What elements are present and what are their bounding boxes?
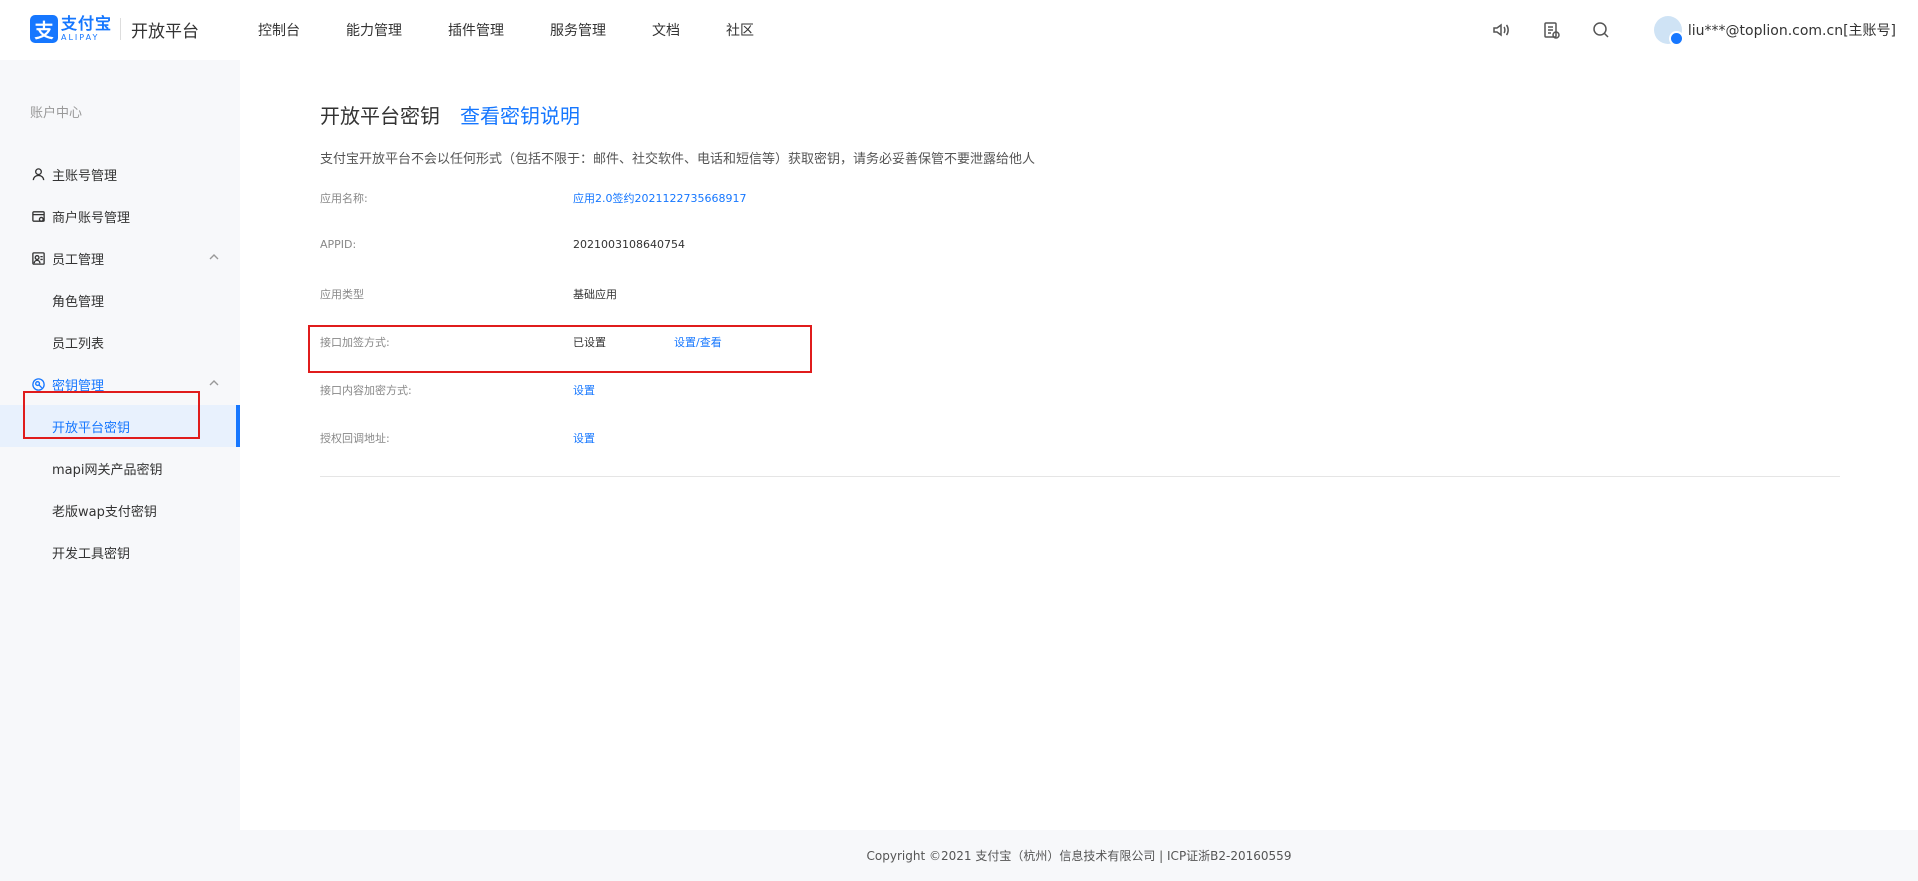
footer: Copyright ©2021 支付宝（杭州）信息技术有限公司 | ICP证浙B… (240, 830, 1918, 881)
page-title: 开放平台密钥 (320, 104, 440, 128)
alipay-logo[interactable]: 支 支付宝 ALIPAY 开放平台 (30, 15, 199, 43)
view-key-docs-link[interactable]: 查看密钥说明 (460, 100, 580, 129)
sidebar-item-label: 开放平台密钥 (52, 420, 131, 436)
platform-name: 开放平台 (131, 21, 200, 42)
sidebar-item-staff-list[interactable]: 员工列表 (0, 321, 240, 363)
nav-community[interactable]: 社区 (726, 20, 754, 40)
callback-setup-link[interactable]: 设置 (573, 430, 595, 446)
sidebar-group-title: 账户中心 (30, 106, 83, 121)
appid-value: 2021003108640754 (573, 238, 685, 251)
logo-en: ALIPAY (61, 33, 100, 42)
shop-icon (30, 208, 46, 224)
sidebar-item-label: 员工列表 (52, 336, 105, 352)
sidebar-item-label: mapi网关产品密钥 (52, 462, 163, 478)
logo-text: 支付宝 ALIPAY (61, 16, 112, 42)
sidebar-item-label: 角色管理 (52, 294, 105, 310)
row-label: APPID: (320, 238, 357, 251)
alipay-logo-icon: 支 (30, 15, 58, 43)
sidebar-item-staff[interactable]: 员工管理 (0, 237, 240, 279)
logo-cn: 支付宝 (61, 14, 113, 33)
row-label: 应用类型 (320, 288, 364, 301)
sidebar: 账户中心 主账号管理 商户账号管理 员工管理 角色管理 员工列表 密钥管理 开放… (0, 60, 240, 881)
encrypt-setup-link[interactable]: 设置 (573, 382, 595, 398)
security-notice: 支付宝开放平台不会以任何形式（包括不限于：邮件、社交软件、电话和短信等）获取密钥… (320, 152, 1036, 167)
app-name-link[interactable]: 应用2.0签约2021122735668917 (573, 190, 746, 206)
nav-plugins[interactable]: 插件管理 (448, 20, 504, 40)
main-nav: 控制台 能力管理 插件管理 服务管理 文档 社区 (258, 0, 800, 60)
sidebar-item-main-account[interactable]: 主账号管理 (0, 153, 240, 195)
row-appid: APPID: 2021003108640754 (320, 238, 1620, 258)
staff-icon (30, 250, 46, 266)
app-type-value: 基础应用 (573, 288, 617, 301)
sign-setup-view-link[interactable]: 设置/查看 (674, 334, 722, 350)
user-icon (30, 166, 46, 182)
key-icon (30, 376, 46, 392)
avatar[interactable] (1653, 16, 1684, 46)
document-icon[interactable] (1540, 19, 1562, 41)
sidebar-item-label: 员工管理 (52, 252, 105, 268)
sidebar-item-label: 开发工具密钥 (52, 546, 131, 562)
speaker-icon[interactable] (1490, 19, 1512, 41)
header-right: liu***@toplion.com.cn[主账号] (1490, 0, 1896, 60)
logo-divider (120, 18, 122, 40)
copyright-text: Copyright ©2021 支付宝（杭州）信息技术有限公司 | ICP证浙B… (866, 849, 1292, 863)
row-encrypt-method: 接口内容加密方式: 设置 (320, 382, 1620, 402)
sidebar-item-mapi-key[interactable]: mapi网关产品密钥 (0, 447, 240, 489)
row-label: 接口内容加密方式: (320, 384, 412, 397)
row-callback-url: 授权回调地址: 设置 (320, 430, 1620, 450)
row-label: 应用名称: (320, 192, 368, 205)
sidebar-item-label: 商户账号管理 (52, 210, 131, 226)
nav-services[interactable]: 服务管理 (550, 20, 606, 40)
sidebar-item-label: 老版wap支付密钥 (52, 504, 157, 520)
sidebar-item-label: 密钥管理 (52, 378, 105, 394)
row-app-type: 应用类型 基础应用 (320, 286, 1620, 306)
sidebar-item-label: 主账号管理 (52, 168, 118, 184)
nav-console[interactable]: 控制台 (258, 20, 300, 40)
nav-capability[interactable]: 能力管理 (346, 20, 402, 40)
chevron-up-icon[interactable] (208, 377, 222, 391)
sidebar-item-roles[interactable]: 角色管理 (0, 279, 240, 321)
chevron-up-icon[interactable] (208, 251, 222, 265)
content-divider (320, 476, 1840, 477)
row-label: 授权回调地址: (320, 432, 390, 445)
sidebar-item-merchant-account[interactable]: 商户账号管理 (0, 195, 240, 237)
user-email[interactable]: liu***@toplion.com.cn[主账号] (1688, 20, 1896, 40)
search-icon[interactable] (1590, 19, 1612, 41)
row-sign-method: 接口加签方式: 已设置 设置/查看 (320, 334, 1620, 354)
row-label: 接口加签方式: (320, 336, 390, 349)
main-content: 开放平台密钥 查看密钥说明 支付宝开放平台不会以任何形式（包括不限于：邮件、社交… (240, 60, 1918, 830)
sidebar-item-wap-key[interactable]: 老版wap支付密钥 (0, 489, 240, 531)
sidebar-item-devtool-key[interactable]: 开发工具密钥 (0, 531, 240, 573)
nav-docs[interactable]: 文档 (652, 20, 680, 40)
sign-status-value: 已设置 (573, 336, 606, 349)
sidebar-item-open-platform-key[interactable]: 开放平台密钥 (0, 405, 240, 447)
row-app-name: 应用名称: 应用2.0签约2021122735668917 (320, 190, 1620, 210)
top-header: 支 支付宝 ALIPAY 开放平台 控制台 能力管理 插件管理 服务管理 文档 … (0, 0, 1918, 60)
sidebar-item-keys[interactable]: 密钥管理 (0, 363, 240, 405)
